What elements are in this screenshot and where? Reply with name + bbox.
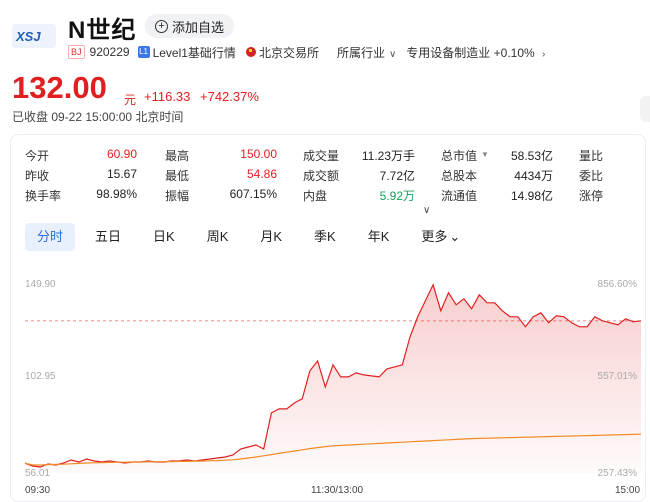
current-price: 132.00 — [12, 70, 107, 105]
chevron-down-icon: ⌄ — [449, 229, 461, 244]
stat-label: 成交额 — [303, 169, 340, 183]
industry-label: 所属行业 — [336, 45, 385, 60]
china-flag-icon — [245, 47, 256, 57]
stat-label: 最高 — [165, 149, 190, 163]
y-left-label: 102.95 — [25, 371, 56, 382]
tab-period[interactable]: 五日 — [83, 223, 133, 251]
intraday-chart-svg — [24, 283, 642, 473]
y-left-label: 149.90 — [25, 279, 56, 290]
stat-value: 4434万 — [514, 169, 553, 183]
tab-period[interactable]: 年K — [356, 223, 402, 251]
stat-label: 量比 — [579, 149, 604, 163]
expand-chevron-icon[interactable]: ∨ — [423, 205, 430, 216]
plus-circle-icon: + — [155, 19, 168, 33]
level1-icon: L1 — [137, 46, 150, 58]
chevron-down-icon: ∨ — [388, 48, 397, 60]
y-right-label: 257.43% — [597, 468, 637, 479]
tab-label: 月K — [260, 229, 283, 244]
tab-label: 季K — [314, 229, 336, 244]
tab-period[interactable]: 日K — [141, 223, 187, 251]
tab-period[interactable]: 月K — [248, 223, 294, 251]
y-left-label: 56.01 — [25, 468, 51, 479]
tab-label: 年K — [367, 229, 390, 244]
stat-label: 成交量 — [303, 149, 340, 163]
stat-value: 7.72亿 — [379, 169, 415, 183]
exchange-name: 北京交易所 — [258, 45, 319, 60]
level-text[interactable]: Level1基础行情 — [153, 44, 236, 61]
caret-down-icon[interactable]: ▼ — [481, 150, 489, 159]
stats-row: 今开 60.90 最高 150.00 成交量 11.23万手 总市值 ▼ 58.53亿 量比 — [25, 147, 625, 167]
stat-value: 15.67 — [106, 167, 137, 181]
price-area — [25, 284, 641, 473]
stat-value: 14.98亿 — [510, 189, 553, 203]
industry-name: 专用设备制造业 — [406, 45, 491, 60]
intraday-chart[interactable]: 149.90 102.95 56.01 856.60% 557.01% 257.… — [11, 265, 645, 501]
tab-period[interactable]: 分时 — [25, 223, 76, 251]
stat-label: 昨收 — [25, 169, 50, 183]
stat-label: 总市值 — [441, 149, 478, 163]
price-change-percent: +742.37% — [200, 89, 259, 104]
side-scroll-handle[interactable] — [640, 96, 650, 122]
tab-label: 更多 — [421, 229, 448, 244]
x-axis-label: 11:30/13:00 — [311, 485, 364, 496]
stat-label: 流通值 — [441, 189, 478, 203]
industry-link[interactable]: 专用设备制造业 +0.10% › — [406, 44, 545, 61]
stock-meta: BJ 920229 L1 Level1基础行情 北京交易所 所属行业 ∨ 专用设备… — [68, 44, 545, 60]
stat-label: 换手率 — [25, 189, 62, 203]
tab-period[interactable]: 季K — [302, 223, 348, 251]
stock-name: N世纪 — [68, 17, 137, 44]
tab-label: 周K — [206, 229, 229, 244]
x-axis-label: 09:30 — [25, 485, 51, 496]
market-status: 已收盘 09-22 15:00:00 北京时间 — [12, 110, 184, 124]
x-axis-label: 15:00 — [615, 485, 641, 496]
chevron-right-icon: › — [542, 48, 546, 60]
stats-row: 换手率 98.98% 振幅 607.15% 内盘 5.92万 流通值 14.98亿 涨停 — [25, 187, 625, 207]
company-logo: XSJ — [12, 24, 56, 48]
tab-label: 分时 — [37, 229, 64, 244]
stat-value: 60.90 — [106, 147, 137, 161]
stat-label: 总股本 — [441, 169, 478, 183]
stat-value: 607.15% — [229, 187, 277, 201]
stat-label: 委比 — [579, 169, 604, 183]
stats-row: 昨收 15.67 最低 54.86 成交额 7.72亿 总股本 4434万 委比 — [25, 167, 625, 187]
stat-value: 11.23万手 — [361, 149, 415, 163]
stat-label: 涨停 — [579, 189, 604, 203]
stat-value: 5.92万 — [379, 189, 415, 203]
y-right-label: 856.60% — [597, 279, 637, 290]
tab-period[interactable]: 更多 ⌄ — [409, 223, 472, 251]
y-right-label: 557.01% — [597, 371, 637, 382]
stat-value: 54.86 — [246, 167, 277, 181]
stats-grid: 今开 60.90 最高 150.00 成交量 11.23万手 总市值 ▼ 58.53亿 量比昨收 1… — [25, 147, 625, 207]
exchange-badge: BJ — [68, 45, 85, 59]
stock-code: 920229 — [89, 45, 130, 59]
price-unit: 元 — [124, 93, 137, 107]
stock-header: XSJ N世纪 + 添加自选 BJ 920229 L1 Level1基础行情 北… — [0, 0, 650, 132]
add-to-watchlist-label: 添加自选 — [172, 19, 225, 35]
quote-panel: 今开 60.90 最高 150.00 成交量 11.23万手 总市值 ▼ 58.53亿 量比昨收 1… — [10, 134, 646, 502]
stat-label: 最低 — [165, 169, 190, 183]
price-change: +116.33 — [144, 89, 191, 104]
industry-dropdown[interactable]: 所属行业 ∨ — [337, 44, 396, 61]
stat-value: 58.53亿 — [510, 149, 553, 163]
stat-value: 150.00 — [240, 147, 277, 161]
period-tabs: 分时 五日 日K 周K 月K 季K 年K 更多 ⌄ — [25, 223, 480, 251]
add-to-watchlist-button[interactable]: + 添加自选 — [145, 14, 235, 38]
tab-label: 五日 — [95, 229, 122, 244]
stat-label: 振幅 — [165, 189, 190, 203]
tab-period[interactable]: 周K — [195, 223, 241, 251]
industry-change: +0.10% — [493, 45, 535, 60]
stat-value: 98.98% — [96, 187, 137, 201]
svg-text:XSJ: XSJ — [15, 29, 41, 44]
stat-label: 内盘 — [303, 189, 328, 203]
stat-label: 今开 — [25, 149, 50, 163]
tab-label: 日K — [153, 229, 175, 244]
